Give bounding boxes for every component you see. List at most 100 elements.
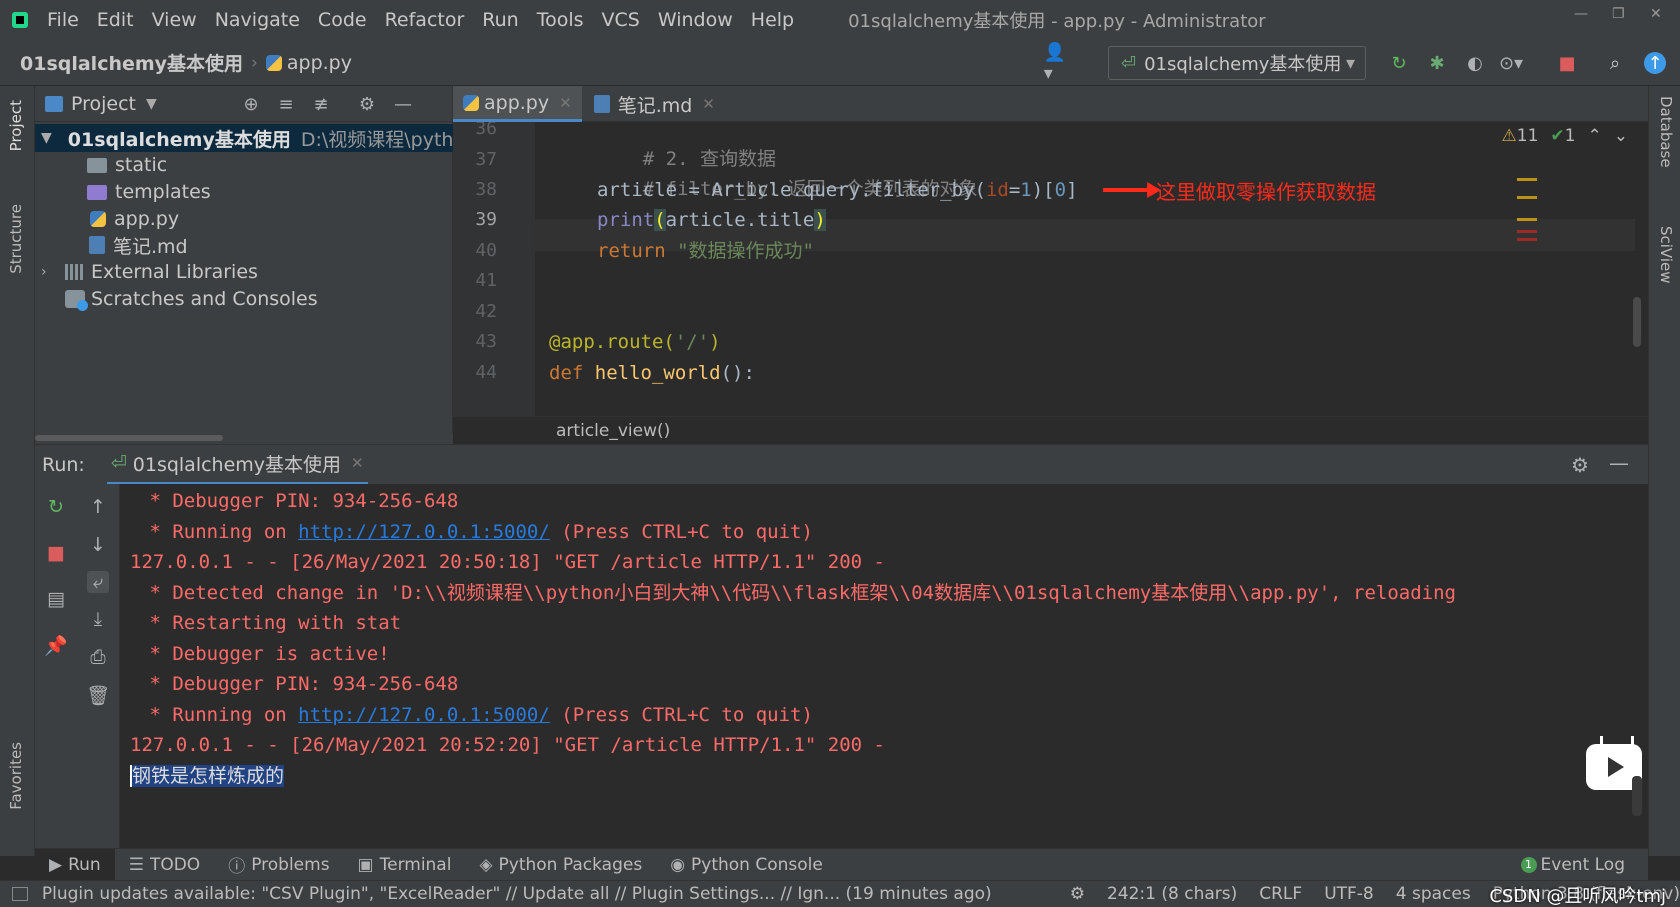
- chevron-up-icon[interactable]: ⌃: [1588, 126, 1602, 146]
- close-icon[interactable]: ✕: [559, 94, 572, 112]
- profile-icon[interactable]: ⊙▾: [1499, 52, 1523, 74]
- pin-icon[interactable]: 📌: [44, 634, 68, 657]
- selected-output[interactable]: 钢铁是怎样炼成的: [130, 765, 285, 787]
- breadcrumb-file[interactable]: app.py: [265, 52, 352, 74]
- tool-tab-python-packages[interactable]: ◈ Python Packages: [465, 849, 656, 881]
- print-icon[interactable]: ⎙: [87, 646, 109, 668]
- git-icon[interactable]: ⚙: [1070, 884, 1085, 904]
- tool-tab-problems[interactable]: ⓘ Problems: [214, 849, 343, 881]
- menu-view[interactable]: View: [143, 9, 206, 31]
- minimize-icon[interactable]: —: [1574, 6, 1588, 22]
- stop-icon[interactable]: ■: [1556, 52, 1578, 74]
- debug-icon[interactable]: ✱: [1426, 52, 1448, 74]
- stop-icon[interactable]: ■: [45, 542, 67, 564]
- console-vertical-scrollbar[interactable]: [1632, 776, 1642, 816]
- tab-notes-md[interactable]: 笔记.md ✕: [582, 86, 725, 122]
- inspection-ok[interactable]: ✔1: [1550, 126, 1575, 146]
- tool-tab-terminal[interactable]: ▣ Terminal: [344, 849, 466, 881]
- menu-file[interactable]: File: [38, 9, 88, 31]
- favorites-tool-tab[interactable]: Favorites: [7, 742, 25, 810]
- chevron-right-icon[interactable]: ›: [41, 264, 57, 280]
- close-window-icon[interactable]: ✕: [1650, 6, 1662, 22]
- chevron-down-icon[interactable]: ▼: [41, 130, 52, 146]
- tool-tab-run[interactable]: ▶ Run: [35, 848, 115, 881]
- project-horizontal-scrollbar[interactable]: [35, 433, 453, 444]
- menu-edit[interactable]: Edit: [88, 9, 143, 31]
- file-encoding[interactable]: UTF-8: [1324, 884, 1374, 904]
- collapse-all-icon[interactable]: ≢: [311, 94, 331, 115]
- status-message[interactable]: Plugin updates available: "CSV Plugin", …: [42, 884, 994, 904]
- error-stripe-marker[interactable]: [1517, 238, 1537, 241]
- user-icon[interactable]: 👤▾: [1044, 42, 1066, 84]
- sciview-tool-tab[interactable]: SciView: [1657, 226, 1675, 284]
- rerun-icon[interactable]: ↻: [45, 496, 67, 518]
- menu-help[interactable]: Help: [742, 9, 803, 31]
- locate-icon[interactable]: ⊕: [241, 94, 261, 115]
- tool-tab-python-console[interactable]: ◉ Python Console: [656, 849, 837, 881]
- gear-icon[interactable]: ⚙: [1571, 453, 1589, 477]
- tree-item-external-libraries[interactable]: › External Libraries: [41, 258, 258, 286]
- run-console-output[interactable]: * Debugger PIN: 934-256-648 * Running on…: [120, 484, 1648, 848]
- console-link[interactable]: http://127.0.0.1:5000/: [298, 704, 550, 726]
- menu-refactor[interactable]: Refactor: [376, 9, 474, 31]
- code-token: id: [985, 179, 1009, 201]
- tree-item-label: External Libraries: [91, 261, 258, 283]
- gear-icon[interactable]: ⚙: [357, 94, 377, 115]
- scroll-to-end-icon[interactable]: ⤓: [87, 608, 109, 630]
- hide-panel-icon[interactable]: —: [1609, 451, 1629, 475]
- run-configuration-selector[interactable]: ⏎ 01sqlalchemy基本使用 ▾: [1108, 46, 1366, 80]
- breadcrumb-project[interactable]: 01sqlalchemy基本使用: [20, 49, 243, 76]
- tree-root[interactable]: ▼ 01sqlalchemy基本使用 D:\视频课程\python: [35, 124, 477, 152]
- arrow-down-icon[interactable]: ↓: [87, 534, 109, 556]
- project-view-label[interactable]: Project: [71, 93, 136, 115]
- menu-run[interactable]: Run: [473, 9, 527, 31]
- inspection-widget[interactable]: ⚠11 ✔1 ⌃ ⌄: [1502, 126, 1628, 146]
- restore-icon[interactable]: ❐: [1612, 6, 1625, 22]
- tree-item-templates[interactable]: templates: [87, 178, 211, 206]
- close-icon[interactable]: ✕: [351, 454, 364, 472]
- project-tool-tab[interactable]: Project: [7, 100, 25, 151]
- chevron-down-icon[interactable]: ⌄: [1614, 126, 1628, 146]
- menu-tools[interactable]: Tools: [528, 9, 593, 31]
- soft-wrap-icon[interactable]: ⤶: [87, 571, 109, 593]
- tree-item-app-py[interactable]: app.py: [90, 205, 179, 233]
- console-line: * Restarting with stat: [138, 612, 402, 634]
- error-stripe-marker[interactable]: [1517, 230, 1537, 233]
- inspection-warnings[interactable]: ⚠11: [1502, 126, 1539, 146]
- menu-navigate[interactable]: Navigate: [206, 9, 309, 31]
- tree-item-notes-md[interactable]: 笔记.md: [87, 231, 188, 259]
- indent-setting[interactable]: 4 spaces: [1396, 884, 1471, 904]
- update-icon[interactable]: ↑: [1644, 52, 1666, 74]
- layout-icon[interactable]: ▤: [45, 588, 67, 610]
- tool-tab-todo[interactable]: ☰ TODO: [115, 849, 215, 881]
- tree-item-scratches[interactable]: Scratches and Consoles: [65, 285, 318, 313]
- search-icon[interactable]: ⌕: [1604, 52, 1626, 74]
- arrow-up-icon[interactable]: ↑: [87, 496, 109, 518]
- error-stripe-marker[interactable]: [1517, 196, 1537, 199]
- database-tool-tab[interactable]: Database: [1657, 96, 1675, 168]
- code-editor[interactable]: 36 37 38 39 40 41 42 43 44 # 2. 查询数据 # f…: [453, 122, 1648, 444]
- close-icon[interactable]: ✕: [702, 95, 715, 113]
- error-stripe-marker[interactable]: [1517, 218, 1537, 221]
- expand-all-icon[interactable]: ≡: [276, 94, 296, 115]
- hide-panel-icon[interactable]: —: [393, 94, 413, 115]
- menu-code[interactable]: Code: [309, 9, 376, 31]
- rerun-icon[interactable]: ↻: [1388, 52, 1410, 74]
- tree-item-static[interactable]: static: [87, 151, 167, 179]
- structure-tool-tab[interactable]: Structure: [7, 204, 25, 274]
- tab-app-py[interactable]: app.py ✕: [453, 86, 582, 122]
- toggle-tool-windows-icon[interactable]: [12, 887, 28, 901]
- caret-position[interactable]: 242:1 (8 chars): [1107, 884, 1237, 904]
- menu-window[interactable]: Window: [649, 9, 742, 31]
- trash-icon[interactable]: 🗑: [86, 684, 110, 707]
- console-link[interactable]: http://127.0.0.1:5000/: [298, 521, 550, 543]
- line-separator[interactable]: CRLF: [1259, 884, 1302, 904]
- event-log-button[interactable]: 1 Event Log: [1520, 849, 1625, 881]
- error-stripe-marker[interactable]: [1517, 178, 1537, 181]
- chevron-down-icon[interactable]: ▼: [146, 96, 157, 112]
- editor-vertical-scrollbar[interactable]: [1633, 297, 1641, 347]
- coverage-icon[interactable]: ◐: [1464, 52, 1486, 74]
- editor-breadcrumb[interactable]: article_view(): [453, 416, 1648, 444]
- menu-vcs[interactable]: VCS: [593, 9, 649, 31]
- run-tab[interactable]: ⏎ 01sqlalchemy基本使用 ✕: [106, 445, 368, 485]
